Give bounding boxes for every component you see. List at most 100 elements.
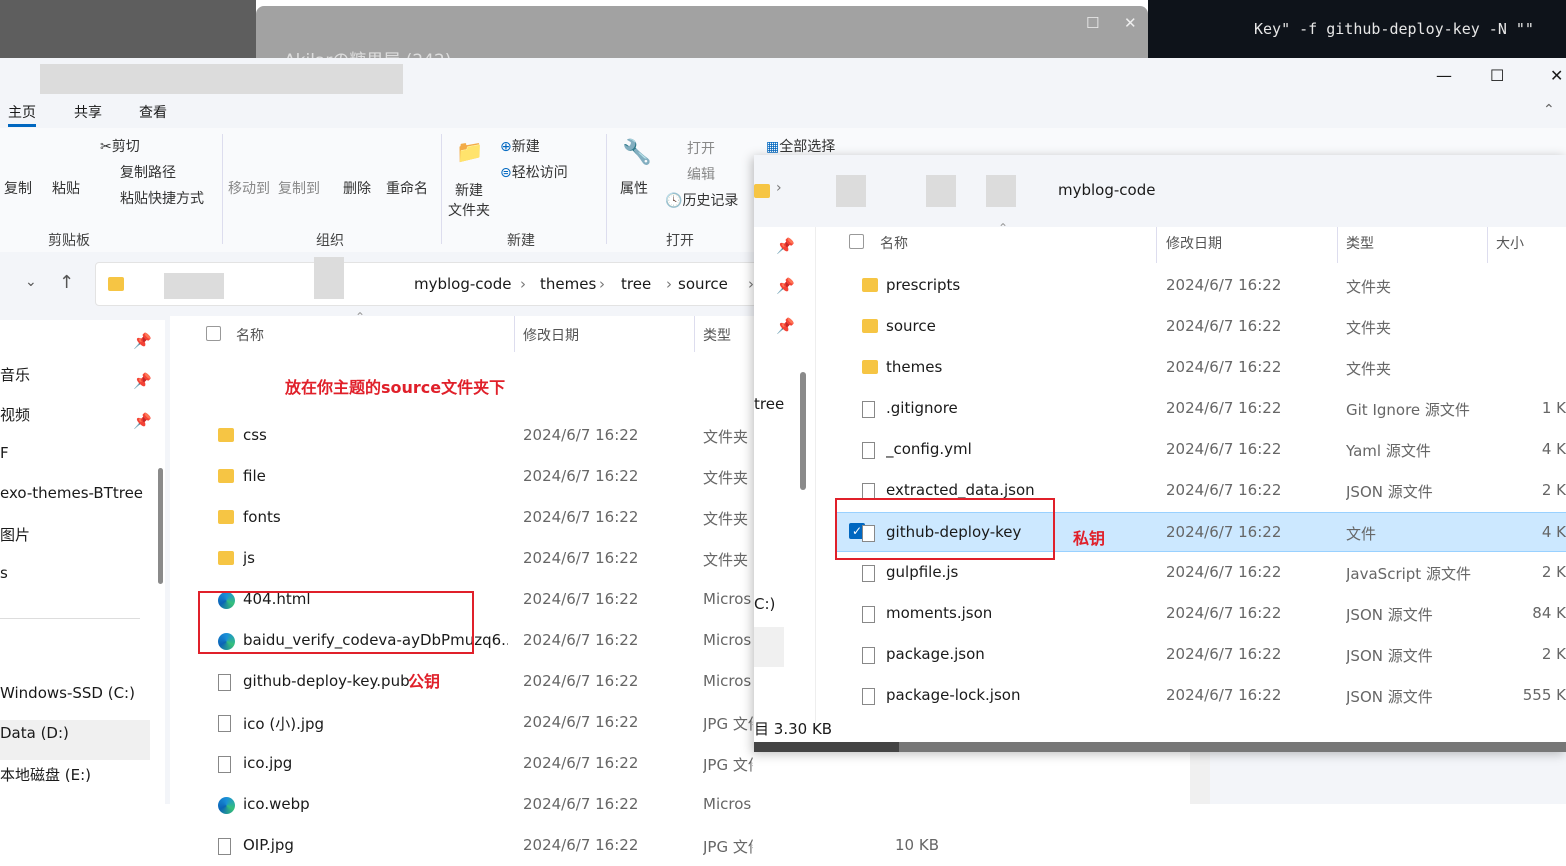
select-all-checkbox[interactable] <box>206 326 221 341</box>
nav-item[interactable]: C:) <box>754 595 775 613</box>
folder-icon <box>862 319 878 333</box>
column-size[interactable]: 大小 <box>1496 233 1524 253</box>
column-name[interactable]: 名称 <box>236 325 264 345</box>
copy-button[interactable]: 复制 <box>4 178 32 198</box>
file-row[interactable]: prescripts 2024/6/7 16:22 文件夹 <box>816 266 1566 306</box>
new-item-label: 新建 <box>511 139 540 155</box>
file-row[interactable]: themes 2024/6/7 16:22 文件夹 <box>816 348 1566 388</box>
background-window <box>0 0 256 58</box>
minimize-button[interactable]: — <box>1436 66 1452 85</box>
breadcrumb-item[interactable]: myblog-code <box>414 275 511 293</box>
recent-dropdown-icon[interactable]: ⌄ <box>25 274 37 290</box>
tab-share[interactable]: 共享 <box>74 102 102 122</box>
cut-button[interactable]: ✂剪切 <box>100 136 140 156</box>
file-row[interactable]: package-lock.json 2024/6/7 16:22 JSON 源文件 5… <box>816 676 1566 716</box>
nav-item[interactable]: tree <box>754 395 784 413</box>
file-name: ico.webp <box>243 795 310 813</box>
up-arrow-icon[interactable]: ↑ <box>59 272 74 293</box>
file-type: 文件夹 <box>1346 278 1392 296</box>
column-type[interactable]: 类型 <box>703 325 731 345</box>
rename-button[interactable]: 重命名 <box>386 178 428 198</box>
divider <box>1337 227 1338 263</box>
address-bar-2[interactable]: › myblog-code <box>754 155 1566 227</box>
nav-item[interactable]: Windows-SSD (C:) <box>0 684 135 702</box>
copy-path-button[interactable]: 复制路径 <box>120 162 176 182</box>
blurred-path <box>836 175 866 207</box>
new-folder-button[interactable]: 新建 <box>455 180 483 200</box>
pin-icon: 📌 <box>133 372 152 390</box>
nav-item[interactable]: 音乐 <box>0 364 30 385</box>
select-all-checkbox[interactable] <box>849 234 864 249</box>
file-icon <box>862 565 875 582</box>
column-type[interactable]: 类型 <box>1346 233 1374 253</box>
file-type: Yaml 源文件 <box>1346 442 1431 460</box>
breadcrumb-item[interactable]: themes <box>540 275 596 293</box>
file-row[interactable]: _config.yml 2024/6/7 16:22 Yaml 源文件 4 K <box>816 430 1566 470</box>
address-bar[interactable]: myblog-code › themes › tree › source › <box>95 257 760 306</box>
scrollbar-thumb[interactable] <box>754 742 899 752</box>
properties-button[interactable]: 属性 <box>620 178 648 198</box>
file-row[interactable]: source 2024/6/7 16:22 文件夹 <box>816 307 1566 347</box>
collapse-ribbon-icon[interactable]: ⌃ <box>1543 102 1555 118</box>
tab-home[interactable]: 主页 <box>8 102 36 127</box>
nav-item[interactable]: 本地磁盘 (E:) <box>0 764 91 785</box>
divider <box>606 134 607 244</box>
nav-item[interactable]: Data (D:) <box>0 724 69 742</box>
select-all-button[interactable]: ▦全部选择 <box>766 136 835 156</box>
file-row[interactable]: ico.webp 2024/6/7 16:22 Micros <box>170 785 1200 825</box>
nav-item[interactable]: 图片 <box>0 524 30 545</box>
nav-item[interactable]: s <box>0 564 8 582</box>
nav-scrollbar[interactable] <box>800 372 806 490</box>
column-name[interactable]: 名称 <box>880 233 908 253</box>
nav-scrollbar[interactable] <box>158 468 163 584</box>
history-button[interactable]: 🕓历史记录 <box>665 190 738 210</box>
file-date: 2024/6/7 16:22 <box>1166 645 1282 663</box>
file-size: 4 K <box>1541 440 1566 458</box>
file-date: 2024/6/7 16:22 <box>1166 440 1282 458</box>
file-icon <box>862 688 875 705</box>
column-date[interactable]: 修改日期 <box>1166 233 1222 253</box>
explorer-window-2: › myblog-code 📌 📌 📌 tree C:) ⌃ 名称 修改日期 类… <box>754 155 1566 752</box>
paste-button[interactable]: 粘贴 <box>52 178 80 198</box>
copy-to-button[interactable]: 复制到 <box>278 178 320 198</box>
easy-access-button[interactable]: ⊜轻松访问 <box>500 162 568 182</box>
navigation-pane-2: 📌 📌 📌 tree C:) <box>754 227 816 727</box>
breadcrumb-item[interactable]: source <box>678 275 728 293</box>
paste-shortcut-button[interactable]: 粘贴快捷方式 <box>120 188 204 208</box>
easy-access-icon: ⊜ <box>500 165 512 181</box>
folder-icon <box>218 551 234 565</box>
breadcrumb-item[interactable]: tree <box>621 275 651 293</box>
new-item-button[interactable]: ⊕新建 <box>500 136 540 156</box>
edit-button[interactable]: 编辑 <box>687 164 715 184</box>
file-row[interactable]: .gitignore 2024/6/7 16:22 Git Ignore 源文件 1 … <box>816 389 1566 429</box>
delete-button[interactable]: 删除 <box>343 178 371 198</box>
folder-icon <box>862 278 878 292</box>
breadcrumb-item[interactable]: myblog-code <box>1058 181 1155 199</box>
column-date[interactable]: 修改日期 <box>523 325 579 345</box>
nav-item[interactable]: F <box>0 444 9 462</box>
nav-item[interactable]: exo-themes-BTtree <box>0 484 143 502</box>
chevron-right-icon: › <box>599 275 605 293</box>
file-type: Micros <box>703 631 752 649</box>
folder-icon <box>218 469 234 483</box>
file-name: ico.jpg <box>243 754 293 772</box>
blurred-title <box>40 64 403 94</box>
file-type: 文件夹 <box>1346 360 1392 378</box>
file-name: source <box>886 317 936 335</box>
horizontal-scrollbar[interactable] <box>754 742 1566 752</box>
pin-icon: 📌 <box>776 277 795 295</box>
maximize-button[interactable]: ☐ <box>1490 66 1504 85</box>
nav-item[interactable]: 视频 <box>0 404 30 425</box>
file-name: _config.yml <box>886 440 972 458</box>
file-date: 2024/6/7 16:22 <box>523 795 639 813</box>
move-to-button[interactable]: 移动到 <box>228 178 270 198</box>
open-button[interactable]: 打开 <box>687 138 715 158</box>
tab-view[interactable]: 查看 <box>139 102 167 122</box>
close-button[interactable]: ✕ <box>1550 66 1563 85</box>
file-size: 1 K <box>1541 399 1566 417</box>
file-row[interactable]: moments.json 2024/6/7 16:22 JSON 源文件 84 K <box>816 594 1566 634</box>
file-name: css <box>243 426 267 444</box>
file-row[interactable]: package.json 2024/6/7 16:22 JSON 源文件 2 K <box>816 635 1566 675</box>
file-type: JPG 文件 <box>703 756 753 774</box>
file-row[interactable]: OIP.jpg 2024/6/7 16:22 JPG 文件 10 KB <box>170 826 1200 866</box>
